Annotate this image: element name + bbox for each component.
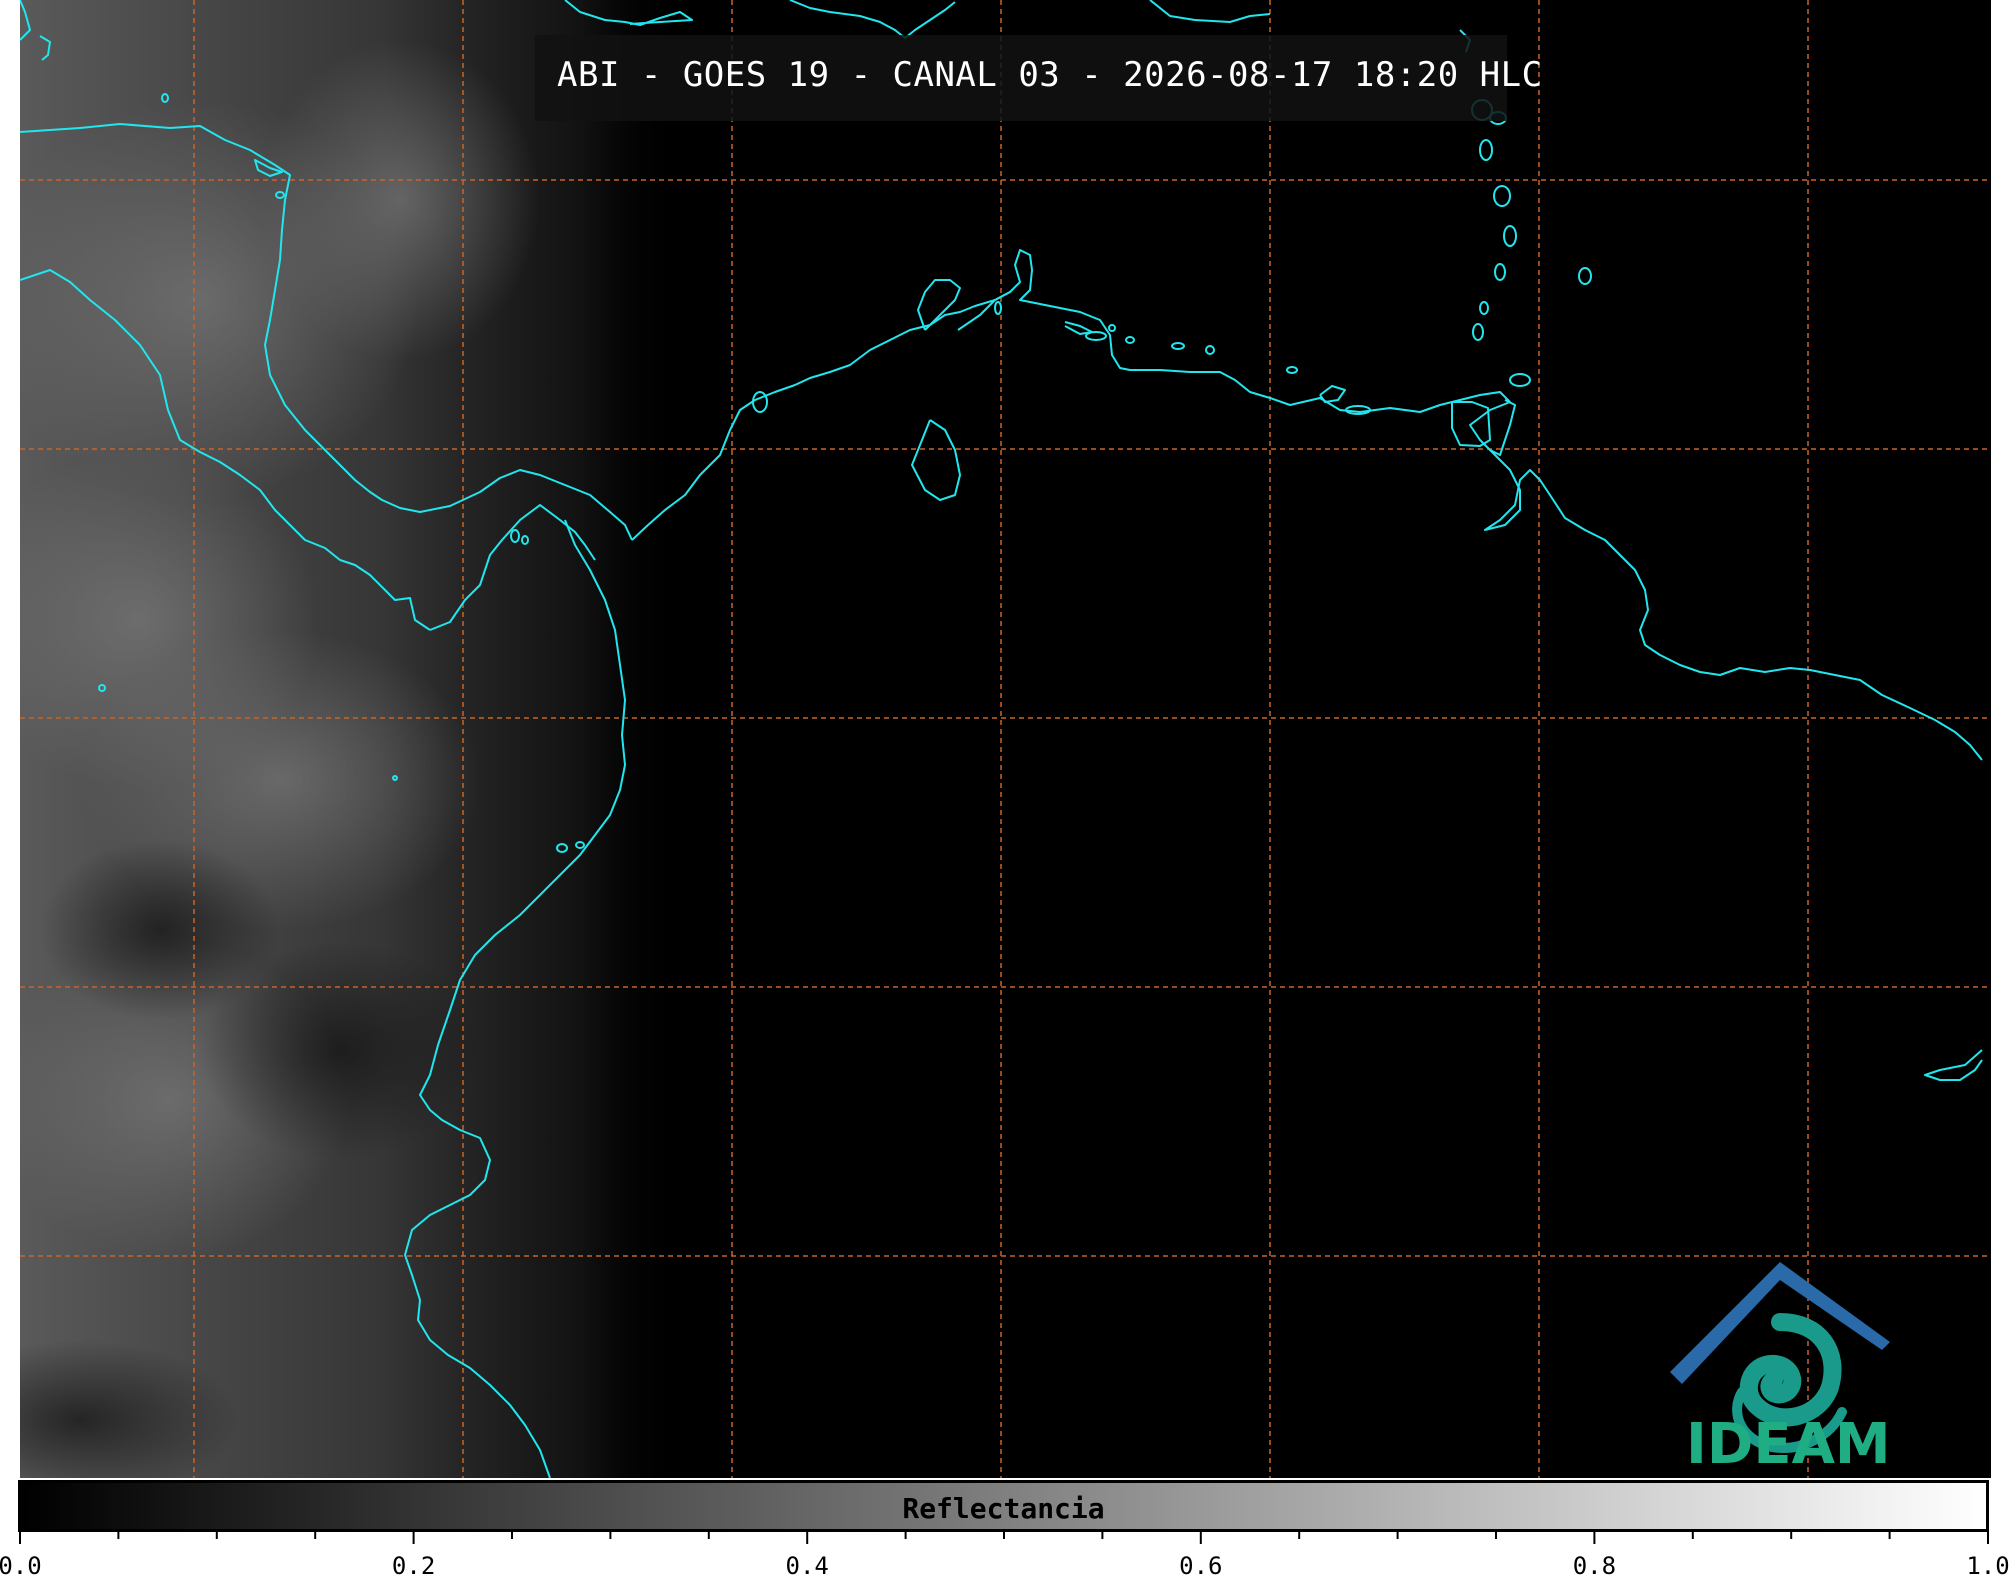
colorbar-ticks (19, 1530, 1989, 1544)
coastline-guajira (917, 279, 961, 331)
coastline-maracaibo (911, 419, 961, 501)
reflectance-colorbar: Reflectancia (18, 1480, 1989, 1532)
colorbar-label: Reflectancia (902, 1492, 1105, 1525)
colorbar-tick-label: 0.8 (1572, 1552, 1617, 1580)
coastline-amazon-mouth (1924, 1049, 1983, 1081)
coastline-la-guajira-north (957, 291, 1011, 331)
colorbar-tick-label: 0.4 (785, 1552, 829, 1580)
colorbar-tick-label: 0.2 (391, 1552, 436, 1580)
colorbar-tick-label: 1.0 (1966, 1552, 2010, 1580)
colorbar-tick-label: 0.0 (0, 1552, 42, 1580)
coastline-hispaniola (789, 0, 956, 39)
coastline-margarita (1319, 385, 1346, 403)
map-title: ABI - GOES 19 - CANAL 03 - 2026-08-17 18… (557, 55, 1543, 95)
coastline-aruba (1064, 321, 1093, 335)
logo-swirl-icon (1739, 1313, 1842, 1427)
logo-wordmark: IDEAM (1686, 1412, 1891, 1477)
coastline-puerto-rico (1149, 0, 1271, 23)
colorbar-tick-label: 0.6 (1179, 1552, 1223, 1580)
coastline-venezuela-east (1484, 449, 1983, 761)
